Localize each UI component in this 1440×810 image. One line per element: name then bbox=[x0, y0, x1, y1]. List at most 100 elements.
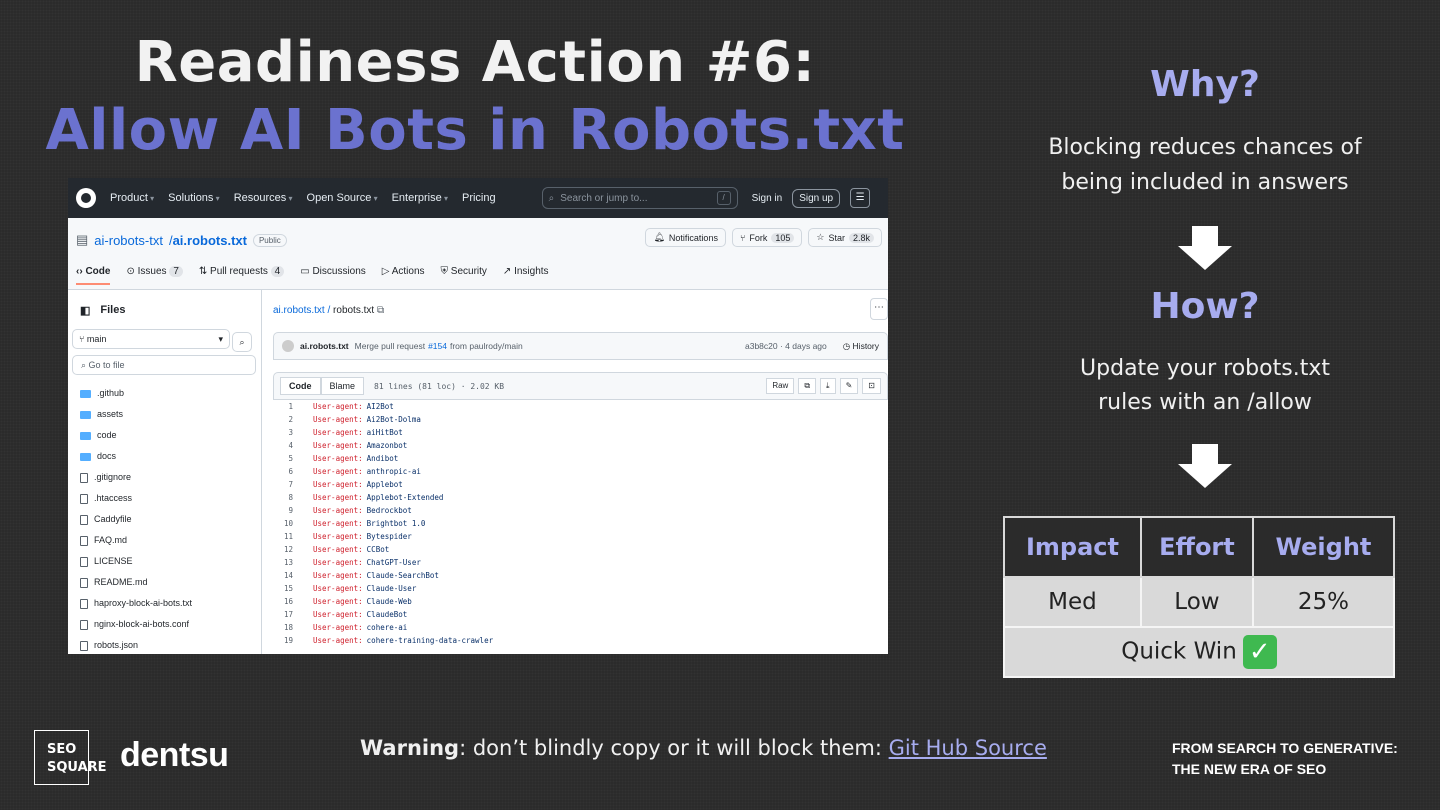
nav-resources[interactable]: Resources bbox=[234, 192, 293, 204]
commit-message: Merge pull request bbox=[354, 341, 426, 351]
file-tree-item[interactable]: robots.json bbox=[68, 635, 261, 654]
code-line: 5 User-agent: Andibot bbox=[273, 452, 888, 465]
code-lines: 1 User-agent: AI2Bot 2 User-agent: Ai2Bot-Dol… bbox=[273, 400, 888, 654]
code-line: 12 User-agent: CCBot bbox=[273, 543, 888, 556]
code-value: Ai2Bot-Dolma bbox=[366, 415, 421, 424]
code-toolbar: Code Blame 81 lines (81 loc) · 2.02 KB R… bbox=[273, 372, 888, 400]
code-value: Applebot-Extended bbox=[366, 493, 444, 502]
file-tree-label: .github bbox=[97, 388, 125, 398]
code-key: User-agent: bbox=[313, 441, 363, 450]
line-number: 15 bbox=[283, 584, 293, 593]
file-tree-item[interactable]: .htaccess bbox=[68, 488, 261, 509]
nav-product[interactable]: Product bbox=[110, 192, 154, 204]
collapse-sidebar-icon[interactable]: ◧ bbox=[80, 304, 90, 317]
code-line: 8 User-agent: Applebot-Extended bbox=[273, 491, 888, 504]
code-value: Amazonbot bbox=[366, 441, 408, 450]
repo-header: ▤ ai-robots-txt / ai.robots.txt Public 🔔… bbox=[68, 218, 888, 290]
file-search-icon[interactable]: ⌕ bbox=[232, 332, 252, 352]
repo-name-link[interactable]: ai.robots.txt bbox=[173, 233, 247, 248]
code-key: User-agent: bbox=[313, 428, 363, 437]
file-tree-item[interactable]: docs bbox=[68, 446, 261, 467]
notifications-button[interactable]: 🔔︎ Notifications bbox=[645, 228, 726, 247]
file-tree-item[interactable]: Caddyfile bbox=[68, 509, 261, 530]
code-key: User-agent: bbox=[313, 467, 363, 476]
file-tree-item[interactable]: assets bbox=[68, 404, 261, 425]
warning-note: Warning: don’t blindly copy or it will b… bbox=[360, 736, 1047, 760]
tab-insights[interactable]: ↗ Insights bbox=[503, 266, 549, 285]
code-value: Claude-SearchBot bbox=[366, 571, 439, 580]
github-nav: Product Solutions Resources Open Source … bbox=[110, 192, 496, 204]
nav-solutions[interactable]: Solutions bbox=[168, 192, 220, 204]
code-value: Bedrockbot bbox=[366, 506, 412, 515]
github-logo-icon[interactable] bbox=[76, 188, 96, 208]
file-tree-label: README.md bbox=[94, 577, 148, 587]
edit-icon[interactable]: ✎ bbox=[839, 378, 859, 394]
fork-button[interactable]: ⑂ Fork 105 bbox=[731, 228, 803, 247]
code-value: AI2Bot bbox=[366, 402, 394, 411]
symbols-icon[interactable]: ⊡ bbox=[862, 378, 881, 394]
menu-icon[interactable]: ☰ bbox=[850, 188, 871, 208]
file-icon bbox=[80, 535, 88, 546]
tab-discussions[interactable]: ▭ Discussions bbox=[300, 266, 366, 285]
file-tree-label: Caddyfile bbox=[94, 514, 132, 524]
down-arrow-icon bbox=[1178, 226, 1232, 270]
branch-select[interactable]: ⑂ main ▾ bbox=[72, 329, 230, 349]
folder-icon bbox=[80, 452, 91, 461]
history-button[interactable]: ◷ History bbox=[843, 341, 879, 352]
copy-path-icon[interactable]: ⧉ bbox=[377, 305, 384, 316]
blame-view-tab[interactable]: Blame bbox=[320, 377, 365, 395]
commit-pr-link[interactable]: #154 bbox=[428, 341, 447, 351]
repo-icon: ▤ bbox=[76, 232, 89, 247]
go-to-file-input[interactable]: ⌕ Go to file bbox=[72, 355, 256, 375]
how-heading: How? bbox=[1150, 286, 1260, 327]
why-text: Blocking reduces chances of being include… bbox=[1048, 135, 1362, 195]
tab-code[interactable]: ‹› Code bbox=[76, 266, 111, 285]
line-number: 12 bbox=[283, 545, 293, 554]
file-icon bbox=[80, 493, 88, 504]
nav-open-source[interactable]: Open Source bbox=[307, 192, 378, 204]
tab-pull-requests[interactable]: ⇅ Pull requests 4 bbox=[199, 266, 285, 285]
sign-in-link[interactable]: Sign in bbox=[752, 193, 783, 204]
code-value: cohere-training-data-crawler bbox=[366, 636, 494, 645]
code-line: 13 User-agent: ChatGPT-User bbox=[273, 556, 888, 569]
tab-actions[interactable]: ▷ Actions bbox=[382, 266, 425, 285]
breadcrumb-repo-link[interactable]: ai.robots.txt bbox=[273, 305, 325, 316]
file-meta: 81 lines (81 loc) · 2.02 KB bbox=[374, 381, 505, 391]
commit-author[interactable]: ai.robots.txt bbox=[300, 341, 349, 351]
file-tree-item[interactable]: code bbox=[68, 425, 261, 446]
github-source-link[interactable]: Git Hub Source bbox=[889, 736, 1047, 760]
code-line: 14 User-agent: Claude-SearchBot bbox=[273, 569, 888, 582]
folder-icon bbox=[80, 410, 91, 419]
search-icon: ⌕ bbox=[548, 192, 555, 204]
file-tree-item[interactable]: .github bbox=[68, 383, 261, 404]
file-tree-item[interactable]: LICENSE bbox=[68, 551, 261, 572]
code-view-tab[interactable]: Code bbox=[280, 377, 321, 395]
copy-icon[interactable]: ⧉ bbox=[798, 378, 817, 394]
file-tree-item[interactable]: nginx-block-ai-bots.conf bbox=[68, 614, 261, 635]
star-icon: ☆ bbox=[816, 232, 825, 242]
file-tree-item[interactable]: haproxy-block-ai-bots.txt bbox=[68, 593, 261, 614]
tab-security[interactable]: ⛨ Security bbox=[441, 266, 487, 285]
search-input[interactable]: ⌕ Search or jump to... / bbox=[541, 187, 738, 209]
effort-value: Low bbox=[1139, 576, 1254, 628]
repo-owner-link[interactable]: ai-robots-txt bbox=[94, 233, 163, 248]
event-tagline: FROM SEARCH TO GENERATIVE: THE NEW ERA OF… bbox=[1172, 740, 1398, 777]
more-options-button[interactable]: ⋯ bbox=[870, 298, 888, 320]
file-tree-item[interactable]: README.md bbox=[68, 572, 261, 593]
line-number: 1 bbox=[288, 402, 293, 411]
download-icon[interactable]: ⤓ bbox=[820, 378, 836, 394]
sign-up-button[interactable]: Sign up bbox=[792, 188, 841, 208]
code-key: User-agent: bbox=[313, 506, 363, 515]
impact-value: Med bbox=[1003, 576, 1142, 628]
nav-enterprise[interactable]: Enterprise bbox=[392, 192, 448, 204]
file-tree-item[interactable]: FAQ.md bbox=[68, 530, 261, 551]
line-number: 2 bbox=[288, 415, 293, 424]
file-icon bbox=[80, 598, 88, 609]
star-button[interactable]: ☆ Star 2.8k bbox=[808, 228, 882, 247]
nav-pricing[interactable]: Pricing bbox=[462, 192, 496, 204]
breadcrumb: ai.robots.txt / robots.txt ⧉ bbox=[273, 305, 385, 316]
tab-issues[interactable]: ⊙ Issues 7 bbox=[126, 266, 183, 285]
file-tree-item[interactable]: .gitignore bbox=[68, 467, 261, 488]
raw-button[interactable]: Raw bbox=[766, 378, 795, 394]
line-number: 5 bbox=[288, 454, 293, 463]
